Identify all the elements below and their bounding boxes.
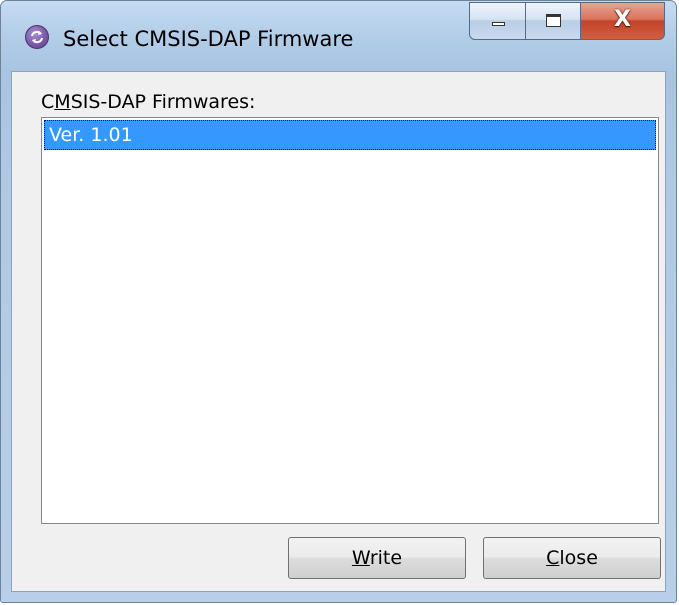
minimize-button[interactable] xyxy=(469,2,526,40)
close-label-rest: lose xyxy=(559,547,598,569)
close-mnemonic: C xyxy=(546,547,560,569)
minimize-icon xyxy=(492,22,505,26)
list-item[interactable]: Ver. 1.01 xyxy=(44,120,656,150)
close-button[interactable]: Close xyxy=(483,537,661,579)
label-mnemonic: M xyxy=(54,91,71,113)
write-label-rest: rite xyxy=(369,547,403,569)
maximize-icon xyxy=(546,14,561,27)
close-window-button[interactable]: X xyxy=(581,2,665,40)
firmware-listbox[interactable]: Ver. 1.01 xyxy=(41,117,659,524)
dialog-window: Select CMSIS-DAP Firmware X CMSIS-DAP Fi… xyxy=(0,0,677,603)
close-icon: X xyxy=(614,7,631,32)
firmware-list-label: CMSIS-DAP Firmwares: xyxy=(41,90,255,114)
window-title: Select CMSIS-DAP Firmware xyxy=(63,27,354,51)
dialog-client-area: CMSIS-DAP Firmwares: Ver. 1.01 Write Clo… xyxy=(11,71,666,592)
caption-buttons: X xyxy=(469,2,665,42)
label-prefix: C xyxy=(41,91,55,113)
title-bar[interactable]: Select CMSIS-DAP Firmware X xyxy=(1,1,676,71)
maximize-button[interactable] xyxy=(526,2,581,40)
write-mnemonic: W xyxy=(351,547,370,569)
label-rest: SIS-DAP Firmwares: xyxy=(70,91,256,113)
write-button[interactable]: Write xyxy=(288,537,466,579)
app-refresh-icon[interactable] xyxy=(25,25,49,49)
